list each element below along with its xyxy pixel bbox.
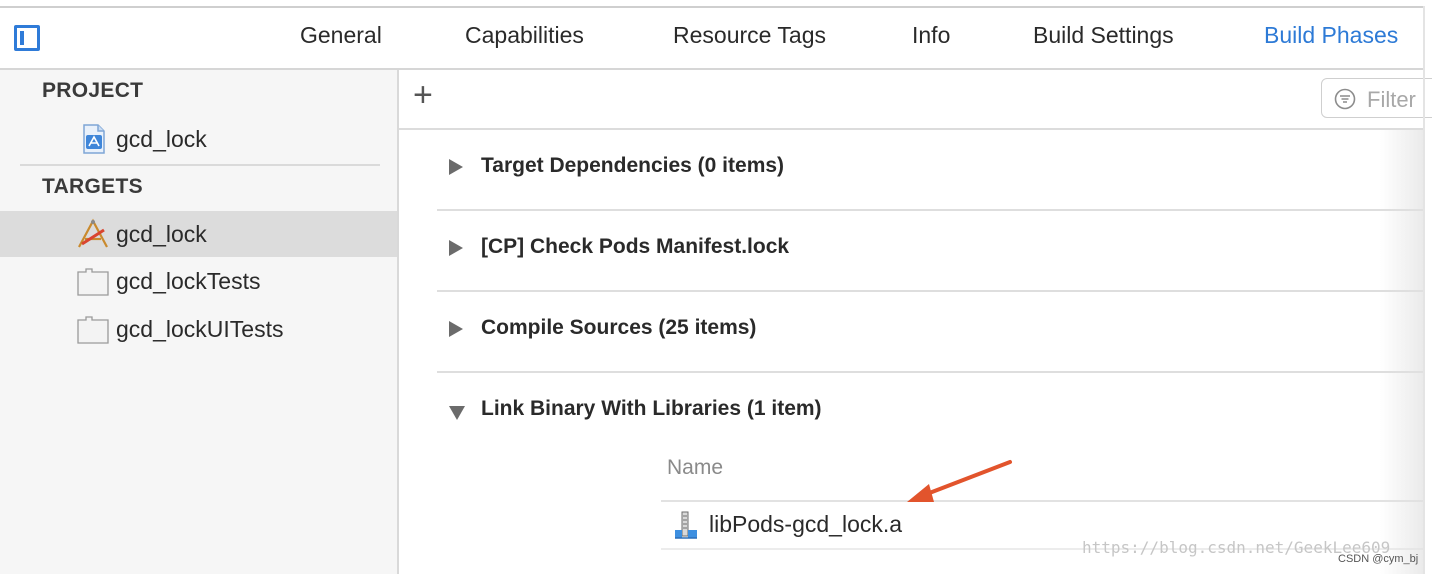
phase-title: Compile Sources (25 items) [481,316,757,339]
sidebar-item-target-gcd-lockuitests[interactable]: gcd_lockUITests [0,306,397,352]
phase-check-pods-manifest[interactable]: [CP] Check Pods Manifest.lock [437,209,1423,289]
filter-icon [1334,88,1356,110]
phase-title: [CP] Check Pods Manifest.lock [481,235,790,258]
phase-title: Target Dependencies (0 items) [481,154,785,177]
disclosure-triangle-closed-icon[interactable] [449,159,463,175]
tab-build-settings[interactable]: Build Settings [1033,22,1174,49]
test-bundle-icon [77,268,109,296]
disclosure-triangle-closed-icon[interactable] [449,321,463,337]
tab-capabilities[interactable]: Capabilities [465,22,584,49]
tab-resource-tags[interactable]: Resource Tags [673,22,826,49]
library-name: libPods-gcd_lock.a [709,511,903,537]
annotation-arrow-icon [907,460,1012,502]
xcode-project-icon [83,124,105,154]
test-bundle-icon [77,316,109,344]
app-target-icon [78,218,108,248]
tab-general[interactable]: General [300,22,382,49]
targets-section-heading: TARGETS [42,175,143,198]
window-right-border [1423,6,1425,574]
phase-link-binary-with-libraries[interactable]: Link Binary With Libraries (1 item) [437,371,1423,451]
project-section-heading: PROJECT [42,79,144,102]
filter-placeholder: Filter [1367,87,1416,112]
tab-build-phases[interactable]: Build Phases [1264,22,1398,49]
disclosure-triangle-open-icon[interactable] [449,406,465,420]
sidebar-item-label: gcd_lock [116,126,207,152]
phase-compile-sources[interactable]: Compile Sources (25 items) [437,290,1423,370]
phase-target-dependencies[interactable]: Target Dependencies (0 items) [437,128,1423,208]
build-phases-toolbar: + Filter [399,70,1432,130]
watermark-credit: CSDN @cym_bj [1338,553,1419,565]
static-library-icon [675,511,697,539]
libraries-name-column-header[interactable]: Name [667,456,723,480]
sidebar-divider [20,164,380,166]
sidebar-item-label: gcd_lockTests [116,268,261,294]
sidebar-item-project-gcd-lock[interactable]: gcd_lock [0,116,397,162]
disclosure-triangle-closed-icon[interactable] [449,240,463,256]
filter-field[interactable]: Filter [1321,78,1432,118]
sidebar-item-label: gcd_lockUITests [116,316,284,342]
sidebar-toggle-icon[interactable] [14,25,40,51]
phase-title: Link Binary With Libraries (1 item) [481,397,822,420]
editor-tab-bar: General Capabilities Resource Tags Info … [0,8,1423,70]
project-target-sidebar: PROJECT gcd_lock TARGETS gcd_lock gcd_lo… [0,70,399,574]
sidebar-item-target-gcd-locktests[interactable]: gcd_lockTests [0,258,397,304]
add-build-phase-button[interactable]: + [413,76,433,115]
sidebar-item-target-gcd-lock[interactable]: gcd_lock [0,211,397,257]
sidebar-item-label: gcd_lock [116,221,207,247]
build-phases-editor: + Filter Target Dependencies (0 items) [… [399,70,1432,574]
tab-info[interactable]: Info [912,22,950,49]
